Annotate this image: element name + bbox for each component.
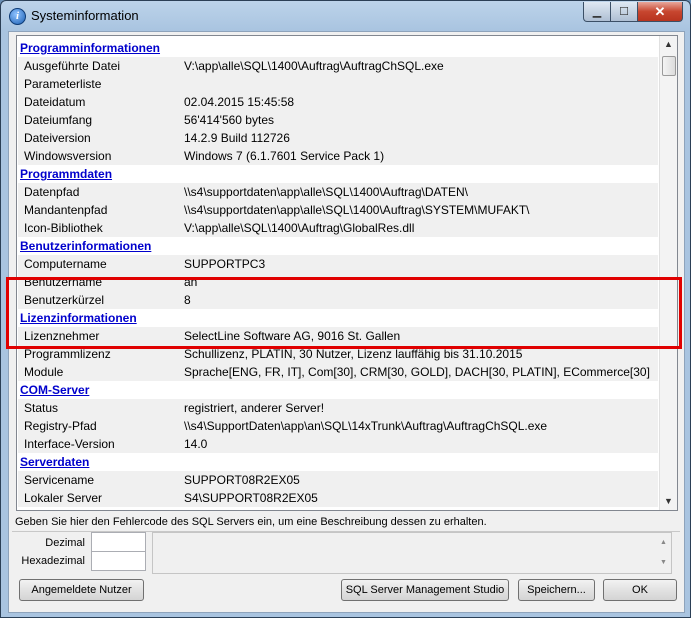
info-row[interactable]: Status registriert, anderer Server! [18, 399, 658, 417]
logged-in-users-button[interactable]: Angemeldete Nutzer [19, 579, 144, 601]
scroll-up-arrow-icon[interactable]: ▲ [660, 36, 677, 53]
save-button[interactable]: Speichern... [518, 579, 595, 601]
info-value: Windows 7 (6.1.7601 Service Pack 1) [184, 149, 385, 163]
info-value: SUPPORTPC3 [184, 257, 266, 271]
info-key: Programmlizenz [24, 347, 111, 361]
section-header[interactable]: Programmdaten [18, 165, 658, 183]
minimize-button[interactable]: ▁ [583, 2, 611, 22]
info-key: Icon-Bibliothek [24, 221, 103, 235]
info-value: 14.2.9 Build 112726 [184, 131, 290, 145]
info-row[interactable]: Computername SUPPORTPC3 [18, 255, 658, 273]
info-key: Parameterliste [24, 77, 102, 91]
info-key: Module [24, 365, 64, 379]
info-value: 56'414'560 bytes [184, 113, 274, 127]
info-key: Servicename [24, 473, 95, 487]
section-header[interactable]: Serverdaten [18, 453, 658, 471]
info-row[interactable]: Interface-Version 14.0 [18, 435, 658, 453]
section-title: COM-Server [20, 383, 90, 397]
section-title: Programminformationen [20, 41, 161, 55]
scroll-thumb[interactable] [662, 56, 676, 76]
error-code-hint: Geben Sie hier den Fehlercode des SQL Se… [15, 516, 487, 528]
info-key: Windowsversion [24, 149, 112, 163]
info-key: Registry-Pfad [24, 419, 97, 433]
info-key: Lokaler Server [24, 491, 103, 505]
info-row[interactable]: Registry-Pfad \\s4\SupportDaten\app\an\SQ… [18, 417, 658, 435]
info-key: Interface-Version [24, 437, 115, 451]
system-info-list[interactable]: Programminformationen Ausgeführte Datei V:… [16, 35, 678, 511]
close-button[interactable]: ✕ [637, 2, 683, 22]
info-value: registriert, anderer Server! [184, 401, 325, 415]
info-row[interactable]: Dateiumfang 56'414'560 bytes [18, 111, 658, 129]
scroll-down-arrow-icon[interactable]: ▼ [660, 493, 677, 510]
section-header[interactable]: Benutzerinformationen [18, 237, 658, 255]
info-rows: Programminformationen Ausgeführte Datei V:… [18, 39, 658, 507]
info-value: S4\SUPPORT08R2EX05 [184, 491, 318, 505]
info-key: Dateiversion [24, 131, 91, 145]
info-row[interactable]: Datenpfad \\s4\supportdaten\app\alle\SQL\… [18, 183, 658, 201]
info-value: Sprache[ENG, FR, IT], Com[30], CRM[30, G… [184, 365, 650, 379]
info-value: V:\app\alle\SQL\1400\Auftrag\AuftragChSQ… [184, 59, 444, 73]
title-bar[interactable]: i Systeminformation ▁ ☐ ✕ [1, 1, 690, 31]
systeminformation-window: i Systeminformation ▁ ☐ ✕ Programminform… [0, 0, 691, 618]
info-row[interactable]: Servicename SUPPORT08R2EX05 [18, 471, 658, 489]
info-row[interactable]: Ausgeführte Datei V:\app\alle\SQL\1400\Au… [18, 57, 658, 75]
window-title: Systeminformation [31, 8, 139, 23]
section-title: Programmdaten [20, 167, 113, 181]
info-value: 02.04.2015 15:45:58 [184, 95, 295, 109]
description-scroll-down-icon[interactable]: ▼ [656, 553, 671, 573]
info-key: Computername [24, 257, 107, 271]
vertical-scrollbar[interactable]: ▲ ▼ [659, 36, 677, 510]
sql-server-management-studio-button[interactable]: SQL Server Management Studio [341, 579, 509, 601]
info-value: \\s4\supportdaten\app\alle\SQL\1400\Auft… [184, 203, 530, 217]
info-row[interactable]: Mandantenpfad \\s4\supportdaten\app\alle\… [18, 201, 658, 219]
info-key: Status [24, 401, 59, 415]
info-row[interactable]: Dateidatum 02.04.2015 15:45:58 [18, 93, 658, 111]
error-description-box[interactable]: ▲ ▼ [152, 532, 672, 574]
section-title: Benutzerinformationen [20, 239, 152, 253]
info-row[interactable]: Dateiversion 14.2.9 Build 112726 [18, 129, 658, 147]
info-row[interactable]: Windowsversion Windows 7 (6.1.7601 Servic… [18, 147, 658, 165]
hexadecimal-label: Hexadezimal [21, 555, 85, 567]
info-row[interactable]: Lokaler Server S4\SUPPORT08R2EX05 [18, 489, 658, 507]
info-row[interactable]: Icon-Bibliothek V:\app\alle\SQL\1400\Auft… [18, 219, 658, 237]
info-value: SUPPORT08R2EX05 [184, 473, 300, 487]
info-key: Datenpfad [24, 185, 80, 199]
section-title: Serverdaten [20, 455, 90, 469]
description-scroll-up-icon[interactable]: ▲ [656, 533, 671, 553]
info-value: 14.0 [184, 437, 208, 451]
description-scrollbar[interactable]: ▲ ▼ [656, 533, 671, 573]
info-key: Ausgeführte Datei [24, 59, 121, 73]
info-key: Dateiumfang [24, 113, 93, 127]
info-icon: i [9, 8, 26, 25]
ok-button[interactable]: OK [603, 579, 677, 601]
decimal-label: Dezimal [45, 537, 85, 549]
info-key: Dateidatum [24, 95, 86, 109]
info-value: \\s4\SupportDaten\app\an\SQL\14xTrunk\Au… [184, 419, 548, 433]
maximize-button[interactable]: ☐ [610, 2, 638, 22]
section-header[interactable]: Programminformationen [18, 39, 658, 57]
hexadecimal-input[interactable] [91, 551, 146, 571]
info-value: \\s4\supportdaten\app\alle\SQL\1400\Auft… [184, 185, 468, 199]
info-value: V:\app\alle\SQL\1400\Auftrag\GlobalRes.d… [184, 221, 415, 235]
info-key: Mandantenpfad [24, 203, 108, 217]
section-header[interactable]: COM-Server [18, 381, 658, 399]
decimal-input[interactable] [91, 532, 146, 552]
info-row[interactable]: Parameterliste [18, 75, 658, 93]
info-row[interactable]: Module Sprache[ENG, FR, IT], Com[30], CRM… [18, 363, 658, 381]
license-highlight-box [6, 277, 682, 349]
info-value: Schullizenz, PLATIN, 30 Nutzer, Lizenz l… [184, 347, 523, 361]
